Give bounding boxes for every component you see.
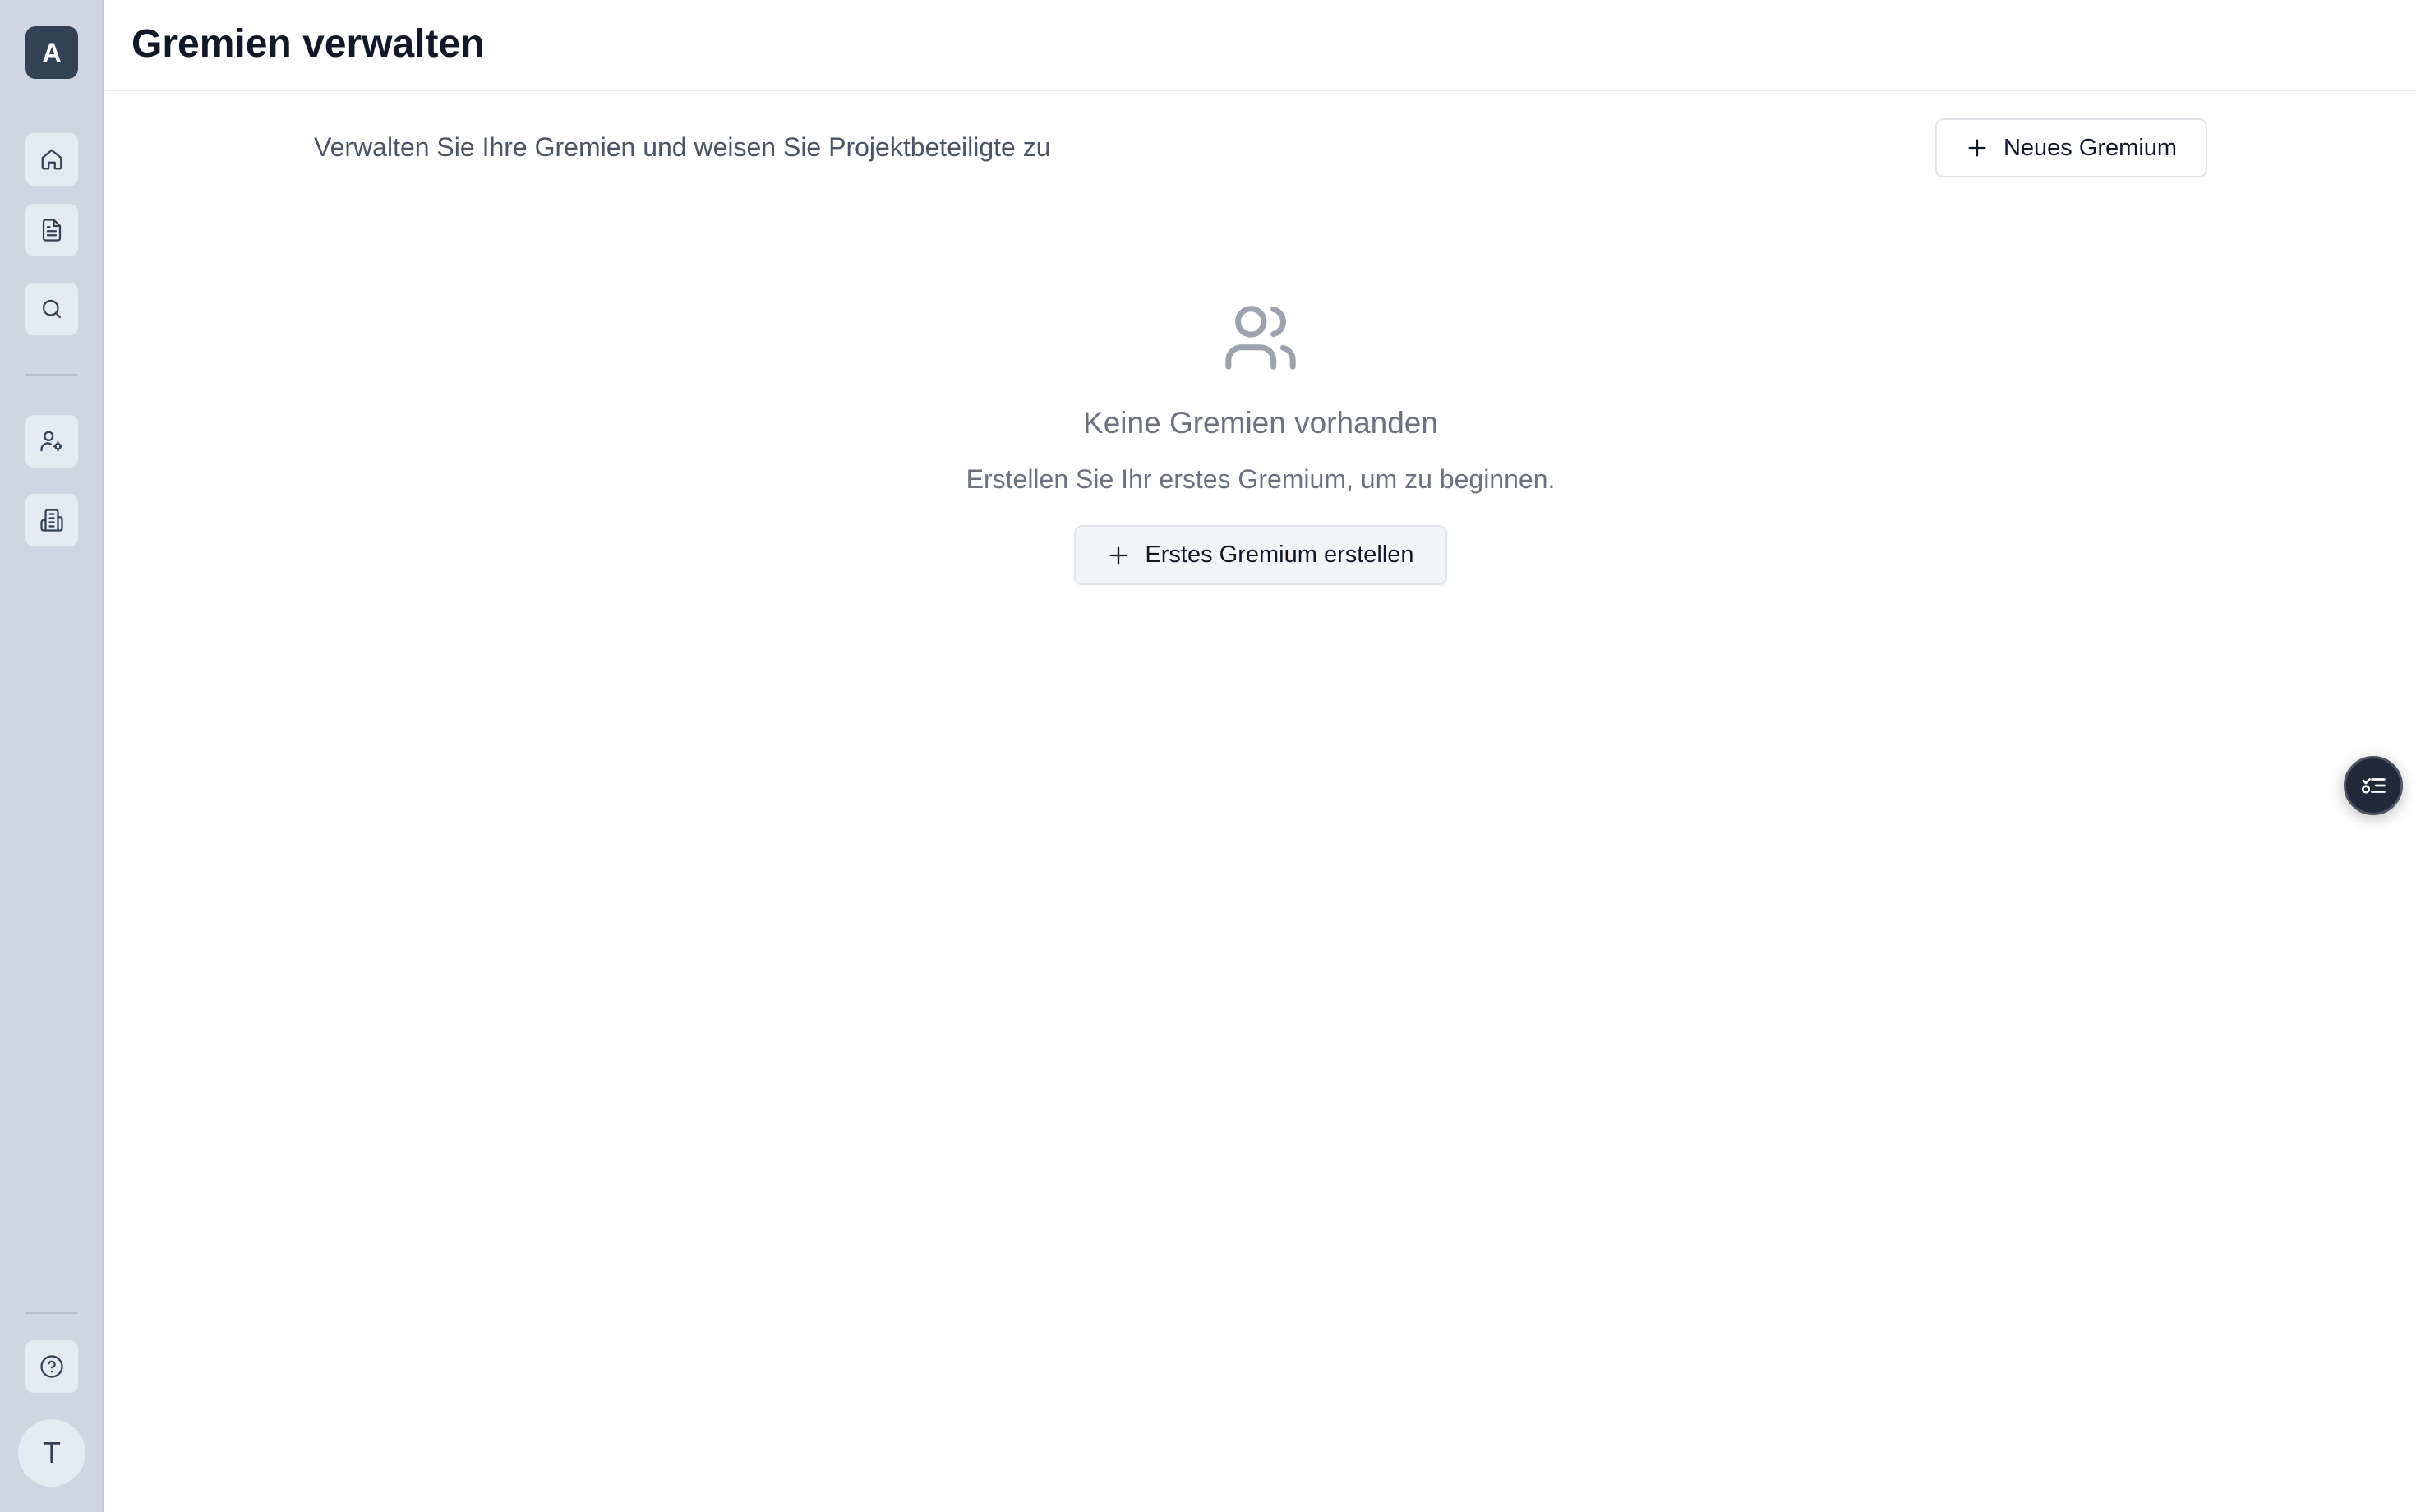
user-avatar[interactable]: T xyxy=(18,1419,85,1487)
sidebar-item-home[interactable] xyxy=(25,133,78,186)
plus-icon xyxy=(1109,546,1127,564)
empty-state-title: Keine Gremien vorhanden xyxy=(1083,406,1438,440)
search-icon xyxy=(42,299,62,319)
create-first-committee-button[interactable]: Erstes Gremium erstellen xyxy=(1074,525,1447,585)
empty-state-description: Erstellen Sie Ihr erstes Gremium, um zu … xyxy=(966,464,1556,494)
page-subtitle: Verwalten Sie Ihre Gremien und weisen Si… xyxy=(314,132,1051,162)
new-committee-label: Neues Gremium xyxy=(2003,134,2178,161)
sidebar-divider xyxy=(25,1312,78,1314)
home-icon xyxy=(41,149,62,170)
page-title: Gremien verwalten xyxy=(131,22,485,66)
create-first-committee-label: Erstes Gremium erstellen xyxy=(1145,542,1414,568)
sidebar-item-documents[interactable] xyxy=(25,204,78,256)
sidebar-item-buildings[interactable] xyxy=(25,494,78,546)
floating-task-button[interactable] xyxy=(2344,756,2403,815)
sidebar: A T xyxy=(0,0,104,1512)
building-icon xyxy=(40,509,63,532)
top-bar: Gremien verwalten xyxy=(105,0,2416,91)
sidebar-item-search[interactable] xyxy=(25,283,78,335)
task-list-icon xyxy=(2361,778,2386,794)
new-committee-button[interactable]: Neues Gremium xyxy=(1935,118,2207,177)
sidebar-item-help[interactable] xyxy=(25,1340,78,1393)
users-icon xyxy=(1225,306,1296,370)
plus-icon xyxy=(1968,139,1986,157)
sidebar-divider xyxy=(25,374,78,376)
help-circle-icon xyxy=(40,1355,63,1378)
app-logo[interactable]: A xyxy=(25,26,78,79)
document-icon xyxy=(42,219,62,242)
